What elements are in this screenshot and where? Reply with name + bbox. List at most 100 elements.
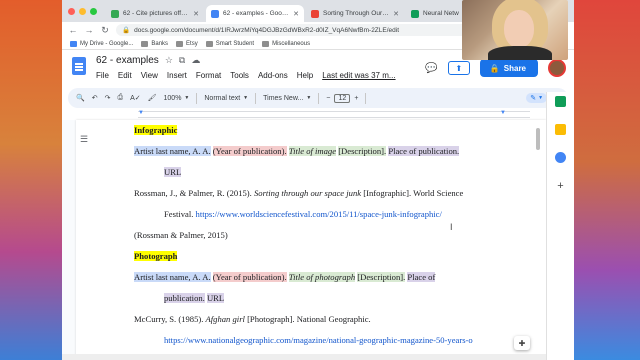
chevron-down-icon: ▼ xyxy=(306,95,312,101)
back-icon[interactable]: ← xyxy=(68,25,78,35)
reference-line: Festival. https://www.worldsciencefestiv… xyxy=(134,204,534,225)
divider xyxy=(255,92,257,104)
font-value: Times New... xyxy=(263,94,304,102)
browser-tab-active[interactable]: 62 - examples - Google Docs ✕ xyxy=(206,5,304,22)
text-cursor-icon: I xyxy=(450,222,453,232)
ruler[interactable]: ▼ ▼ xyxy=(138,110,530,118)
star-icon[interactable]: ☆ xyxy=(165,55,173,66)
font-size-input[interactable]: 12 xyxy=(334,93,351,103)
document-page[interactable]: ☰ Infographic Artist last name, A. A. (Y… xyxy=(76,120,546,360)
keep-icon[interactable] xyxy=(555,124,566,135)
menu-addons[interactable]: Add-ons xyxy=(258,71,288,80)
explore-button[interactable]: ✚ xyxy=(514,336,530,350)
tab-list: 62 - Cite pictures off the inte ✕ 62 - e… xyxy=(106,5,466,22)
lock-icon: 🔒 xyxy=(122,27,131,34)
increase-font-size-button[interactable]: + xyxy=(354,95,358,102)
menu-insert[interactable]: Insert xyxy=(167,71,187,80)
last-edit-link[interactable]: Last edit was 37 m... xyxy=(322,71,395,80)
comment-history-icon[interactable]: 💬 xyxy=(425,63,437,74)
menu-format[interactable]: Format xyxy=(196,71,221,80)
present-button[interactable]: ⬆ xyxy=(447,61,470,75)
year-segment: (Year of publication). xyxy=(212,272,287,282)
add-ons-plus-icon[interactable]: + xyxy=(557,180,563,192)
webcam-overlay xyxy=(462,0,568,60)
reference-link[interactable]: https://www.nationalgeographic.com/magaz… xyxy=(164,335,473,345)
url-segment: URL xyxy=(206,293,225,303)
style-select[interactable]: Normal text ▼ xyxy=(204,95,248,102)
forward-icon[interactable]: → xyxy=(84,25,94,35)
browser-tab[interactable]: 62 - Cite pictures off the inte ✕ xyxy=(106,5,204,22)
bookmark-item[interactable]: Miscellaneous xyxy=(262,40,310,47)
print-icon[interactable]: ⎙ xyxy=(117,94,123,102)
maximize-window-button[interactable] xyxy=(90,8,97,15)
chevron-down-icon: ▼ xyxy=(538,95,544,101)
drive-icon xyxy=(70,40,77,47)
menu-view[interactable]: View xyxy=(141,71,158,80)
vertical-scrollbar-thumb[interactable] xyxy=(536,128,540,150)
bookmark-item[interactable]: Smart Student xyxy=(205,40,255,47)
tab-favicon-icon xyxy=(311,9,319,18)
redo-icon[interactable]: ↷ xyxy=(105,94,111,102)
reference-text: Rossman, J., & Palmer, R. (2015). xyxy=(134,188,254,198)
reference-line: https://www.nationalgeographic.com/magaz… xyxy=(134,330,534,351)
citation-template-line: Artist last name, A. A. (Year of publica… xyxy=(134,141,534,162)
calendar-icon[interactable] xyxy=(555,96,566,107)
bookmark-item[interactable]: Banks xyxy=(141,40,168,47)
title-segment: Title of photograph xyxy=(288,272,356,282)
description-segment: [Description]. xyxy=(338,146,387,156)
close-tab-icon[interactable]: ✕ xyxy=(393,10,399,18)
url-segment: URL xyxy=(164,167,182,177)
divider xyxy=(318,92,320,104)
in-text-citation-text: (Rossman & Palmer, 2015) xyxy=(134,230,228,240)
undo-icon[interactable]: ↶ xyxy=(92,94,98,102)
horizontal-scrollbar[interactable] xyxy=(62,354,574,360)
document-content[interactable]: Infographic Artist last name, A. A. (Yea… xyxy=(134,120,534,351)
heading-text: Photograph xyxy=(134,251,178,261)
author-segment: Artist last name, A. A. xyxy=(134,272,211,282)
left-indent-marker[interactable]: ▼ xyxy=(138,110,144,116)
account-avatar[interactable] xyxy=(548,59,566,77)
reference-link[interactable]: https://www.worldsciencefestival.com/201… xyxy=(196,209,442,219)
menu-file[interactable]: File xyxy=(96,71,109,80)
decrease-font-size-button[interactable]: − xyxy=(326,95,330,102)
font-select[interactable]: Times New... ▼ xyxy=(263,95,311,102)
close-tab-icon[interactable]: ✕ xyxy=(293,10,299,18)
zoom-value: 100% xyxy=(163,94,182,102)
bookmark-label: Smart Student xyxy=(215,40,255,47)
close-tab-icon[interactable]: ✕ xyxy=(193,10,199,18)
reference-text: Festival. xyxy=(164,209,196,219)
reference-line: Rossman, J., & Palmer, R. (2015). Sortin… xyxy=(134,183,534,204)
menu-help[interactable]: Help xyxy=(297,71,313,80)
menu-tools[interactable]: Tools xyxy=(230,71,249,80)
url-text: docs.google.com/document/d/1IRJwrzMiYq4D… xyxy=(134,26,400,34)
citation-template-line: publication. URL xyxy=(134,288,534,309)
cloud-status-icon[interactable]: ☁ xyxy=(191,55,200,66)
right-indent-marker[interactable]: ▼ xyxy=(500,110,506,116)
spellcheck-icon[interactable]: A✓ xyxy=(130,94,141,102)
citation-template-line: Artist last name, A. A. (Year of publica… xyxy=(134,267,534,288)
bookmark-item[interactable]: My Drive - Google... xyxy=(70,40,133,47)
editing-mode-button[interactable]: ✎ ▼ xyxy=(526,93,548,103)
browser-tab[interactable]: Neural Netw xyxy=(406,5,466,22)
zoom-select[interactable]: 100% ▼ xyxy=(164,95,190,102)
doc-title[interactable]: 62 - examples xyxy=(96,55,159,66)
docs-logo-icon[interactable] xyxy=(72,57,86,75)
folder-icon xyxy=(141,40,149,47)
address-bar[interactable]: 🔒 docs.google.com/document/d/1IRJwrzMiYq… xyxy=(116,24,468,36)
menu-edit[interactable]: Edit xyxy=(118,71,132,80)
reload-icon[interactable]: ↻ xyxy=(100,25,110,36)
browser-tab[interactable]: Sorting Through Our Space Jun ✕ xyxy=(306,5,404,22)
share-button[interactable]: 🔒 Share xyxy=(479,59,538,77)
paint-format-icon[interactable]: 🖌 xyxy=(148,94,157,102)
tasks-icon[interactable] xyxy=(555,152,566,163)
move-folder-icon[interactable]: ⧉ xyxy=(179,55,185,66)
document-outline-icon[interactable]: ☰ xyxy=(80,134,88,145)
place-segment: Place of publication. xyxy=(388,146,460,156)
minimize-window-button[interactable] xyxy=(79,8,86,15)
heading-text: Infographic xyxy=(134,125,178,135)
search-menus-icon[interactable]: 🔍 xyxy=(76,94,85,102)
year-segment: (Year of publication). xyxy=(212,146,287,156)
bookmark-item[interactable]: Etsy xyxy=(176,40,198,47)
close-window-button[interactable] xyxy=(68,8,75,15)
reference-text: [Infographic]. World Science xyxy=(361,188,464,198)
